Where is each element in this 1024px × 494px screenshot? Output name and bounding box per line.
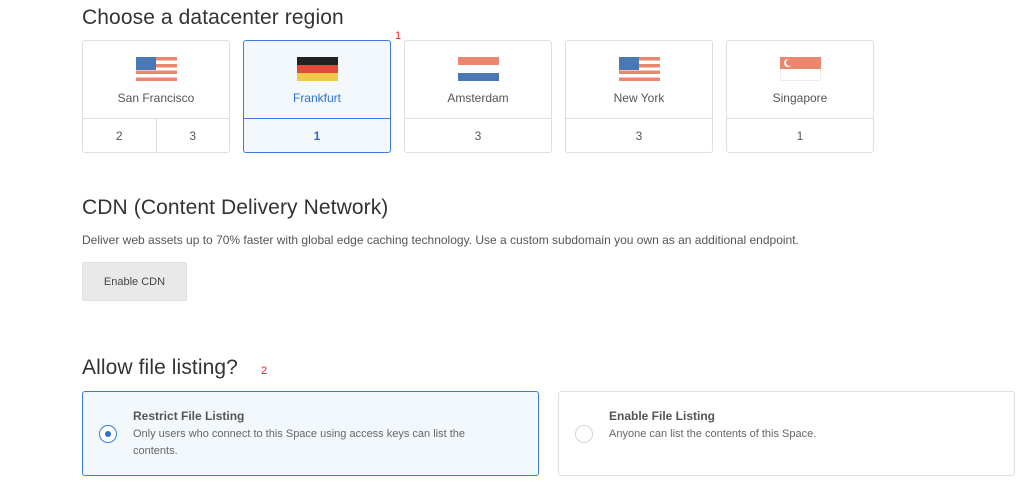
region-card-amsterdam[interactable]: Amsterdam 3 <box>404 40 552 153</box>
option-title: Restrict File Listing <box>133 409 245 423</box>
region-count[interactable]: 1 <box>244 119 390 153</box>
us-flag-icon <box>619 57 660 81</box>
file-listing-annotation: 2 <box>261 365 268 377</box>
option-description: Anyone can list the contents of this Spa… <box>609 428 817 440</box>
region-annotation: 1 <box>395 30 402 42</box>
region-name: New York <box>613 91 665 105</box>
region-count[interactable]: 1 <box>727 119 873 153</box>
enable-file-listing-option[interactable]: Enable File Listing Anyone can list the … <box>558 391 1015 476</box>
restrict-file-listing-radio[interactable] <box>99 425 117 443</box>
region-count[interactable]: 3 <box>566 119 712 153</box>
region-name: Amsterdam <box>447 91 509 105</box>
cdn-heading: CDN (Content Delivery Network) <box>82 196 389 219</box>
us-flag-icon <box>136 57 177 81</box>
region-card-singapore[interactable]: Singapore 1 <box>726 40 874 153</box>
region-heading: Choose a datacenter region <box>82 6 344 29</box>
region-card-new-york[interactable]: New York 3 <box>565 40 713 153</box>
region-card-frankfurt[interactable]: Frankfurt 1 <box>243 40 391 153</box>
enable-file-listing-radio[interactable] <box>575 425 593 443</box>
netherlands-flag-icon <box>458 57 499 81</box>
region-count[interactable]: 2 <box>83 119 156 153</box>
singapore-flag-icon <box>780 57 821 81</box>
region-count[interactable]: 3 <box>405 119 551 153</box>
file-listing-heading: Allow file listing? <box>82 356 238 379</box>
restrict-file-listing-option[interactable]: Restrict File Listing Only users who con… <box>82 391 539 476</box>
region-name: San Francisco <box>117 91 195 105</box>
region-name: Frankfurt <box>292 91 341 105</box>
region-count[interactable]: 3 <box>155 119 230 153</box>
option-description: Only users who connect to this Space usi… <box>133 428 465 457</box>
region-name: Singapore <box>772 91 828 105</box>
cdn-description: Deliver web assets up to 70% faster with… <box>82 233 799 247</box>
enable-cdn-button[interactable]: Enable CDN <box>82 262 187 301</box>
germany-flag-icon <box>297 57 338 81</box>
option-title: Enable File Listing <box>609 409 716 423</box>
region-card-san-francisco[interactable]: San Francisco 2 3 <box>82 40 230 153</box>
